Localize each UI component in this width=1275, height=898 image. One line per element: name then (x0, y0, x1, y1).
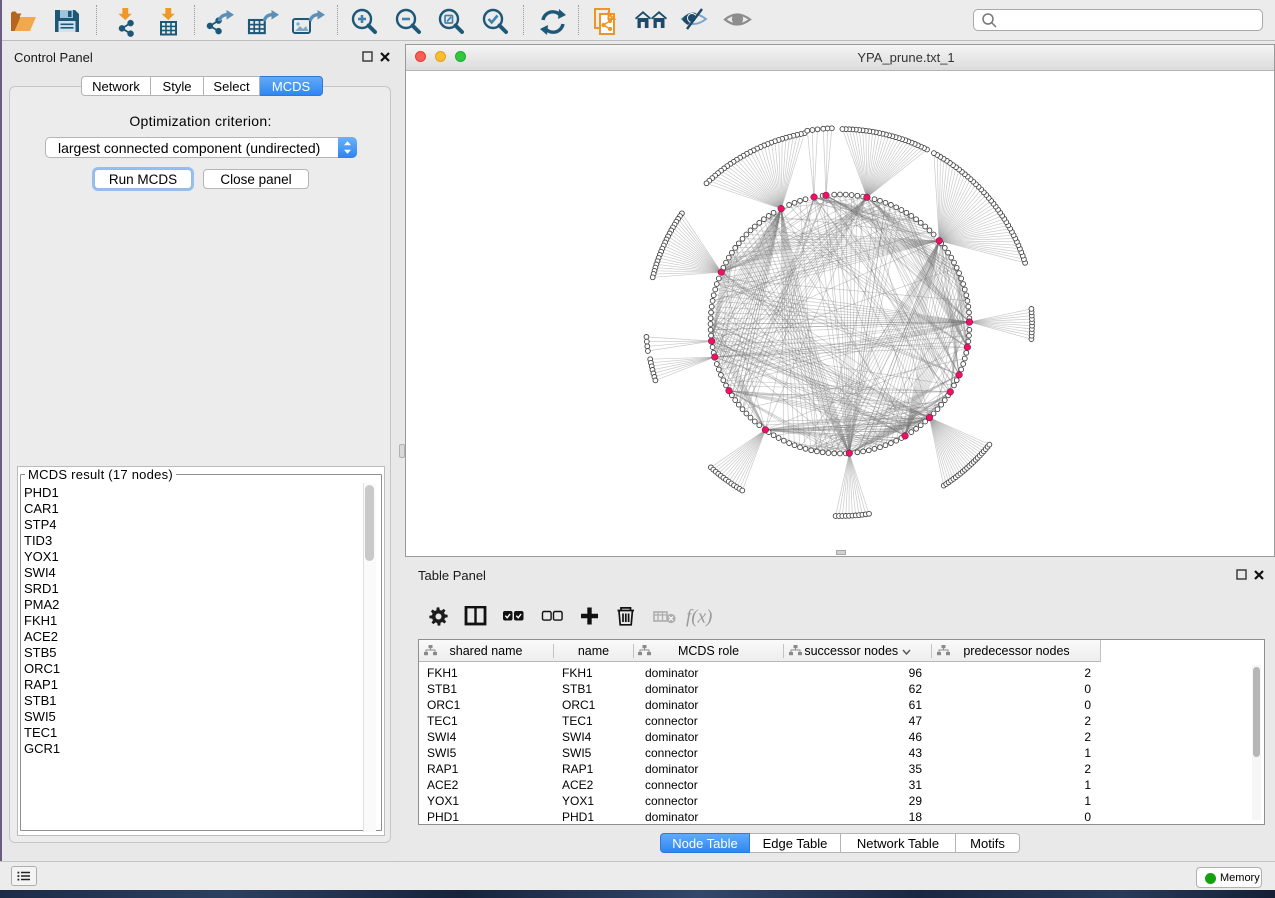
svg-text:f(x): f(x) (686, 607, 712, 628)
